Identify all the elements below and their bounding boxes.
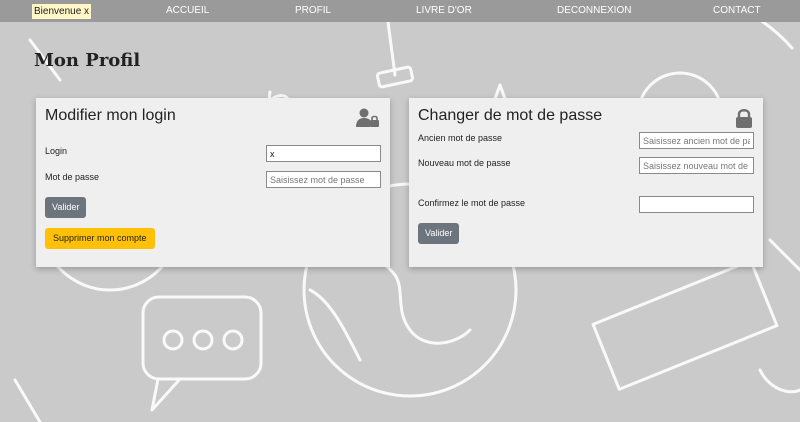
delete-account-button[interactable]: Supprimer mon compte bbox=[45, 228, 155, 249]
login-input[interactable] bbox=[266, 145, 381, 162]
login-submit-button[interactable]: Valider bbox=[45, 197, 87, 218]
login-card: Modifier mon login Login Mot de passe Va… bbox=[36, 98, 390, 267]
password-card-title: Changer de mot de passe bbox=[418, 107, 603, 124]
login-card-title: Modifier mon login bbox=[45, 107, 176, 124]
password-card: Changer de mot de passe Ancien mot de pa… bbox=[409, 98, 763, 267]
new-password-input[interactable] bbox=[639, 157, 754, 174]
notebook-doodle bbox=[591, 259, 779, 391]
nav-link-deconnexion[interactable]: DECONNEXION bbox=[557, 0, 631, 22]
login-label: Login bbox=[45, 146, 68, 156]
top-navbar: Bienvenue x ACCUEIL PROFIL LIVRE D'OR DE… bbox=[0, 0, 800, 22]
new-password-label: Nouveau mot de passe bbox=[418, 158, 511, 168]
user-lock-icon bbox=[356, 108, 379, 127]
page-title: Mon Profil bbox=[34, 50, 141, 71]
nav-link-contact[interactable]: CONTACT bbox=[713, 0, 761, 22]
confirm-password-input[interactable] bbox=[639, 196, 754, 213]
old-password-input[interactable] bbox=[639, 132, 754, 149]
eraser-doodle bbox=[375, 65, 415, 89]
password-label: Mot de passe bbox=[45, 172, 100, 182]
nav-link-accueil[interactable]: ACCUEIL bbox=[166, 0, 209, 22]
nav-link-profil[interactable]: PROFIL bbox=[295, 0, 331, 22]
old-password-label: Ancien mot de passe bbox=[418, 133, 503, 143]
confirm-password-label: Confirmez le mot de passe bbox=[418, 198, 526, 208]
pencil-doodle bbox=[386, 20, 397, 77]
lock-icon bbox=[736, 109, 752, 128]
password-input[interactable] bbox=[266, 171, 381, 188]
password-submit-button[interactable]: Valider bbox=[418, 223, 460, 244]
welcome-badge: Bienvenue x bbox=[32, 4, 92, 19]
nav-link-livre-dor[interactable]: LIVRE D'OR bbox=[416, 0, 472, 22]
